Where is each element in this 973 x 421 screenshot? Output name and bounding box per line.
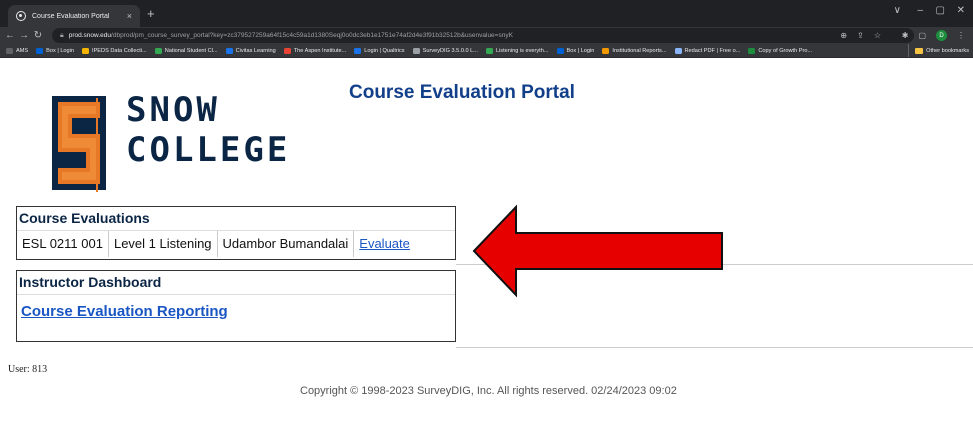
tab-close-icon[interactable]: × (127, 11, 132, 21)
bookmark-item[interactable]: Login | Qualtrics (354, 47, 405, 54)
bookmark-item[interactable]: Listening is everyth... (485, 47, 549, 54)
bookmark-favicon-icon (354, 47, 362, 54)
bookmark-favicon-icon (748, 47, 756, 54)
bookmark-item[interactable]: Box | Login (36, 47, 75, 54)
divider (456, 347, 973, 348)
bookmark-label: Box | Login (566, 47, 595, 54)
bookmark-favicon-icon (225, 47, 233, 54)
bookmark-favicon-icon (674, 47, 682, 54)
bookmark-item[interactable]: IPEDS Data Collecti... (82, 47, 147, 54)
bookmark-item[interactable]: Copy of Growth Pro... (748, 47, 813, 54)
user-id-text: User: 813 (8, 364, 48, 375)
instructor-cell: Udambor Bumandalai (218, 231, 355, 257)
bookmark-favicon-icon (602, 47, 610, 54)
bookmark-label: Listening is everyth... (495, 47, 549, 54)
close-window-button[interactable]: ✕ (957, 5, 965, 16)
bookmark-favicon-icon (154, 47, 162, 54)
side-panel-icon[interactable]: ▢ (918, 31, 926, 40)
address-bar[interactable]: 🔒︎ prod.snow.edu /dbprod/pm_course_surve… (52, 28, 914, 43)
bookmark-favicon-icon (485, 47, 493, 54)
bookmark-item[interactable]: Institutional Reports... (602, 47, 667, 54)
bookmark-favicon-icon (82, 47, 90, 54)
table-row: ESL 0211 001 Level 1 Listening Udambor B… (17, 231, 455, 257)
bookmark-item[interactable]: Civitas Learning (225, 47, 276, 54)
course-title-cell: Level 1 Listening (109, 231, 218, 257)
back-arrow-icon[interactable]: ← (3, 30, 17, 41)
logo-line-2: COLLEGE (126, 130, 291, 170)
bookmark-item[interactable]: The Aspen Institute... (283, 47, 347, 54)
bookmark-label: Redact PDF | Free o... (684, 47, 741, 54)
share-icon[interactable]: ⇪ (857, 31, 864, 40)
bookmark-favicon-icon (36, 47, 44, 54)
reload-icon[interactable]: ↻ (31, 30, 45, 41)
other-bookmarks-label: Other bookmarks (926, 48, 969, 54)
bookmark-label: Copy of Growth Pro... (758, 47, 813, 54)
lock-icon: 🔒︎ (60, 31, 64, 39)
course-code-cell: ESL 0211 001 (17, 231, 109, 257)
extensions-puzzle-icon[interactable]: ✱ (902, 31, 909, 40)
page-content: SNOW COLLEGE Course Evaluation Portal Co… (0, 58, 973, 421)
browser-tab[interactable]: Course Evaluation Portal × (8, 5, 140, 27)
tab-title: Course Evaluation Portal (32, 12, 110, 20)
tab-favicon-icon (16, 11, 26, 21)
profile-avatar[interactable]: D (936, 30, 947, 41)
maximize-button[interactable]: ▢ (936, 5, 945, 16)
tab-search-icon[interactable]: ∨ (894, 5, 901, 16)
bookmark-item[interactable]: AMS (6, 47, 29, 54)
browser-menu-icon[interactable]: ⋮ (957, 31, 965, 40)
bookmark-favicon-icon (6, 47, 13, 54)
bookmarks-bar: AMS Box | Login IPEDS Data Collecti... Nati… (0, 44, 973, 58)
bookmark-label: SurveyDIG 3.5.0.0 L... (422, 47, 478, 54)
red-arrow-icon (472, 204, 723, 298)
bookmark-label: Box | Login (46, 47, 75, 54)
forward-arrow-icon[interactable]: → (17, 30, 31, 41)
instructor-dashboard-heading: Instructor Dashboard (17, 271, 455, 295)
bookmark-label: IPEDS Data Collecti... (92, 47, 147, 54)
folder-icon (915, 48, 924, 54)
minimize-button[interactable]: – (917, 5, 923, 16)
bookmark-favicon-icon (556, 47, 564, 54)
browser-toolbar: ← → ↻ 🔒︎ prod.snow.edu /dbprod/pm_course… (0, 27, 973, 44)
url-path: /dbprod/pm_course_survey_portal?key=zc37… (111, 32, 513, 39)
url-host: prod.snow.edu (68, 32, 112, 39)
instructor-dashboard-panel: Instructor Dashboard Course Evaluation R… (16, 270, 456, 342)
bookmark-label: Civitas Learning (235, 47, 276, 54)
bookmark-favicon-icon (412, 47, 420, 54)
other-bookmarks-button[interactable]: Other bookmarks (908, 44, 969, 57)
logo-wordmark: SNOW COLLEGE (126, 90, 290, 170)
bookmark-star-icon[interactable]: ☆ (874, 31, 881, 40)
bookmark-label: Institutional Reports... (612, 47, 667, 54)
evaluate-link[interactable]: Evaluate (354, 231, 415, 257)
course-evaluation-reporting-link[interactable]: Course Evaluation Reporting (21, 303, 228, 320)
zoom-icon[interactable]: ⊕ (840, 31, 847, 40)
bookmark-item[interactable]: National Student Cl... (154, 47, 218, 54)
new-tab-button[interactable]: + (147, 6, 155, 22)
bookmark-label: AMS (16, 47, 29, 54)
logo-divider (96, 98, 98, 192)
bookmark-item[interactable]: Box | Login (556, 47, 595, 54)
browser-tabstrip: Course Evaluation Portal × + ∨ – ▢ ✕ (0, 0, 973, 27)
course-evaluations-panel: Course Evaluations ESL 0211 001 Level 1 … (16, 206, 456, 260)
bookmark-label: Login | Qualtrics (364, 47, 405, 54)
logo-line-1: SNOW (126, 90, 220, 130)
bookmark-label: The Aspen Institute... (293, 47, 347, 54)
bookmark-label: National Student Cl... (164, 47, 218, 54)
bookmark-favicon-icon (283, 47, 291, 54)
bookmark-item[interactable]: SurveyDIG 3.5.0.0 L... (412, 47, 478, 54)
page-title: Course Evaluation Portal (349, 82, 575, 103)
copyright-text: Copyright © 1998-2023 SurveyDIG, Inc. Al… (300, 385, 677, 397)
bookmark-item[interactable]: Redact PDF | Free o... (674, 47, 741, 54)
course-evaluations-heading: Course Evaluations (17, 207, 455, 231)
